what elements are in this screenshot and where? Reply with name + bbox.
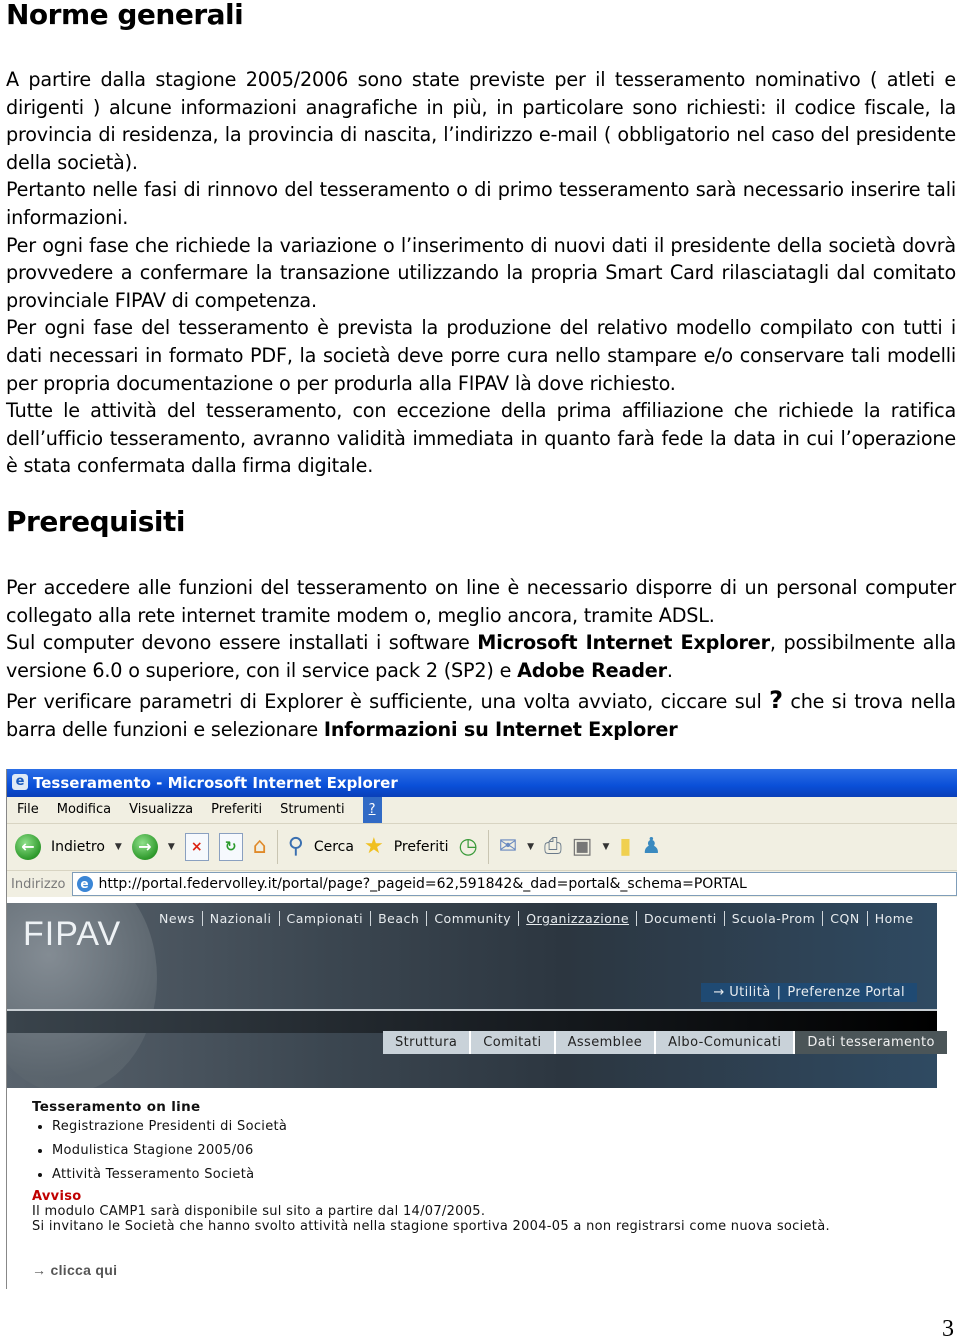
link-attivita-tesseramento[interactable]: Attività Tesseramento Società — [52, 1167, 830, 1182]
content-section-title: Tesseramento on line — [32, 1099, 201, 1115]
about-ie-label: Informazioni su Internet Explorer — [323, 717, 678, 741]
subnav-assemblee[interactable]: Assemblee — [555, 1031, 657, 1054]
back-arrow-icon[interactable]: ← — [15, 834, 41, 860]
paragraph: Per ogni fase del tesseramento è previst… — [6, 316, 956, 395]
nav-beach[interactable]: Beach — [371, 911, 428, 926]
edit-dropdown-icon[interactable]: ▼ — [603, 842, 610, 852]
search-button-label[interactable]: Cerca — [314, 839, 354, 855]
paragraph: A partire dalla stagione 2005/2006 sono … — [6, 68, 956, 174]
toolbar: ← Indietro ▼ → ▼ × ↻ ⌂ ⚲ Cerca ★ Preferi… — [7, 824, 957, 871]
toolbar-separator — [487, 830, 489, 864]
site-logo[interactable]: FIPAV — [23, 915, 121, 954]
address-bar: Indirizzo e http://portal.federvolley.it… — [7, 871, 957, 897]
menu-modifica[interactable]: Modifica — [57, 797, 111, 823]
nav-organizzazione[interactable]: Organizzazione — [519, 911, 638, 926]
paragraph: Per verificare parametri di Explorer è s… — [6, 686, 956, 741]
forward-arrow-icon[interactable]: → — [131, 834, 158, 860]
address-label: Indirizzo — [11, 876, 66, 892]
site-sub-nav: Struttura Comitati Assemblee Albo-Comuni… — [383, 1031, 949, 1054]
nav-community[interactable]: Community — [427, 911, 520, 926]
refresh-icon[interactable]: ↻ — [218, 833, 243, 861]
toolbar-separator — [276, 830, 278, 864]
norme-generali-body: A partire dalla stagione 2005/2006 sono … — [6, 66, 956, 480]
window-titlebar: e Tesseramento - Microsoft Internet Expl… — [7, 769, 957, 797]
ie-page-icon: e — [76, 876, 93, 892]
nav-nazionali[interactable]: Nazionali — [203, 911, 280, 926]
menu-help[interactable]: ? — [362, 797, 382, 823]
subnav-struttura[interactable]: Struttura — [383, 1031, 472, 1054]
print-icon[interactable]: ⎙ — [544, 834, 562, 860]
subnav-albo-comunicati[interactable]: Albo-Comunicati — [656, 1031, 796, 1054]
paragraph: Per accedere alle funzioni del tesserame… — [6, 576, 956, 627]
stop-icon[interactable]: × — [184, 833, 209, 861]
back-button-label[interactable]: Indietro — [51, 839, 105, 855]
paragraph: Sul computer devono essere installati i … — [6, 631, 957, 682]
nav-cqn[interactable]: CQN — [823, 911, 868, 926]
subnav-comitati[interactable]: Comitati — [471, 1031, 556, 1054]
back-dropdown-icon[interactable]: ▼ — [115, 842, 122, 852]
menu-file[interactable]: File — [17, 797, 39, 823]
nav-news[interactable]: News — [152, 911, 203, 926]
site-top-nav: News Nazionali Campionati Beach Communit… — [152, 911, 921, 926]
note-icon[interactable]: ▮ — [619, 834, 631, 860]
favorites-star-icon[interactable]: ★ — [364, 834, 384, 860]
warning-line: Il modulo CAMP1 sarà disponibile sul sit… — [32, 1204, 486, 1219]
menu-strumenti[interactable]: Strumenti — [280, 797, 345, 823]
favorites-button-label[interactable]: Preferiti — [394, 839, 449, 855]
home-icon[interactable]: ⌂ — [253, 834, 267, 860]
browser-screenshot: e Tesseramento - Microsoft Internet Expl… — [6, 769, 957, 1289]
messenger-icon[interactable]: ♟ — [642, 834, 662, 860]
link-registrazione-presidenti[interactable]: Registrazione Presidenti di Società — [52, 1119, 830, 1134]
menu-bar: File Modifica Visualizza Preferiti Strum… — [7, 797, 957, 824]
paragraph: Pertanto nelle fasi di rinnovo del tesse… — [6, 178, 956, 229]
menu-preferiti[interactable]: Preferiti — [211, 797, 262, 823]
preferences-link[interactable]: Preferenze Portal — [781, 985, 911, 1000]
edit-icon[interactable]: ▣ — [572, 834, 593, 860]
search-icon[interactable]: ⚲ — [288, 834, 304, 860]
history-icon[interactable]: ◷ — [459, 834, 478, 860]
site-banner: FIPAV News Nazionali Campionati Beach Co… — [7, 903, 937, 1088]
software-adobe: Adobe Reader — [517, 658, 667, 682]
site-content: Tesseramento on line Registrazione Presi… — [32, 1099, 830, 1278]
menu-visualizza[interactable]: Visualizza — [129, 797, 193, 823]
window-title: Tesseramento - Microsoft Internet Explor… — [33, 774, 398, 792]
banner-band — [7, 1011, 937, 1033]
utility-links: → Utilità | Preferenze Portal — [701, 983, 917, 1002]
section-title-norme-generali: Norme generali — [6, 0, 244, 31]
prerequisiti-body: Per accedere alle funzioni del tesserame… — [6, 574, 956, 744]
subnav-dati-tesseramento[interactable]: Dati tesseramento — [795, 1031, 949, 1054]
mail-icon[interactable]: ✉ — [499, 834, 517, 860]
tesseramento-links: Registrazione Presidenti di Società Modu… — [32, 1119, 830, 1182]
question-mark: ? — [769, 686, 783, 715]
warning-title: Avviso — [32, 1189, 82, 1204]
click-here-link[interactable]: → clicca qui — [32, 1262, 830, 1278]
page-number: 3 — [942, 1316, 954, 1342]
software-ie: Microsoft Internet Explorer — [477, 631, 770, 655]
paragraph: Per ogni fase che richiede la variazione… — [6, 233, 956, 312]
warning-line: Si invitano le Società che hanno svolto … — [32, 1219, 830, 1234]
section-title-prerequisiti: Prerequisiti — [6, 505, 185, 538]
utility-link[interactable]: → Utilità — [707, 985, 776, 1000]
ie-page-icon: e — [12, 774, 28, 790]
mail-dropdown-icon[interactable]: ▼ — [527, 842, 534, 852]
nav-campionati[interactable]: Campionati — [280, 911, 372, 926]
nav-documenti[interactable]: Documenti — [637, 911, 725, 926]
nav-home[interactable]: Home — [868, 911, 921, 926]
paragraph: Tutte le attività del tesseramento, con … — [6, 399, 956, 478]
address-url[interactable]: http://portal.federvolley.it/portal/page… — [99, 876, 747, 892]
address-input[interactable]: e http://portal.federvolley.it/portal/pa… — [71, 872, 957, 896]
link-modulistica[interactable]: Modulistica Stagione 2005/06 — [52, 1143, 830, 1158]
forward-dropdown-icon[interactable]: ▼ — [168, 842, 175, 852]
nav-scuola-prom[interactable]: Scuola-Prom — [725, 911, 824, 926]
